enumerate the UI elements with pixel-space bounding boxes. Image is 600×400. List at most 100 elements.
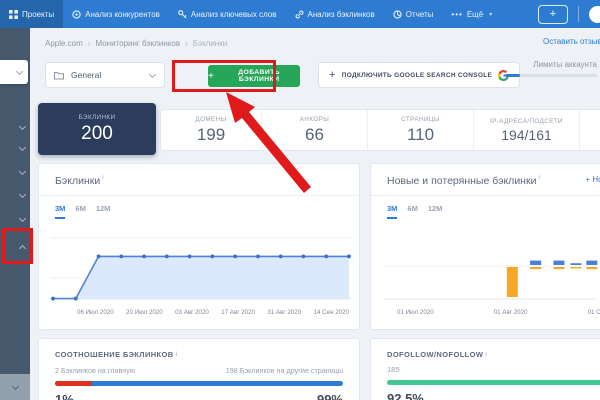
sidebar-item-2[interactable]	[4, 141, 26, 155]
card-title: СООТНОШЕНИЕ БЭКЛИНКОВ	[55, 350, 174, 359]
tab-3m[interactable]: 3M	[387, 204, 397, 219]
x-label: 01 Июл 2020	[397, 309, 434, 316]
period-tabs: 3M 6M 12M	[371, 196, 600, 219]
dofollow-nofollow-card: DOFOLLOW/NOFOLLOW i 185 92.5%	[370, 338, 600, 400]
stat-domains[interactable]: ДОМЕНЫ 199	[161, 110, 261, 150]
nav-right-group: +	[538, 5, 600, 24]
ratio-red-segment	[55, 381, 92, 386]
breadcrumb-current: Бэклинки	[193, 39, 227, 48]
nav-label: Отчеты	[406, 10, 434, 19]
tab-6m[interactable]: 6M	[75, 204, 85, 219]
stat-backlinks-primary[interactable]: БЭКЛИНКИ 200	[38, 103, 156, 155]
card-title: DOFOLLOW/NOFOLLOW	[387, 350, 483, 359]
ratio-left-label: 2 Бэклинков на главную	[55, 366, 135, 375]
sidebar-item-5[interactable]	[4, 212, 26, 226]
nav-add-project-button[interactable]: +	[538, 5, 568, 24]
sidebar-item-1[interactable]	[4, 120, 26, 134]
plus-icon: +	[329, 69, 336, 81]
account-limits-progressbar	[505, 74, 597, 77]
info-icon[interactable]: i	[485, 352, 486, 358]
backlinks-line-chart	[51, 232, 351, 302]
tab-12m[interactable]: 12M	[428, 204, 443, 219]
stat-label: ДОМЕНЫ	[195, 116, 226, 123]
stat-value: 110	[407, 125, 434, 145]
chevron-down-icon	[20, 124, 26, 130]
backlink-ratio-card: СООТНОШЕНИЕ БЭКЛИНКОВ i 2 Бэклинков на г…	[38, 338, 360, 400]
nav-label: Проекты	[22, 10, 54, 19]
nav-item-keyword-analysis[interactable]: Анализ ключевых слов	[169, 0, 286, 28]
breadcrumb-section[interactable]: Мониторинг бэклинков	[95, 39, 180, 48]
connect-gsc-button[interactable]: + ПОДКЛЮЧИТЬ GOOGLE SEARCH CONSOLE	[318, 62, 520, 88]
breadcrumb-project[interactable]: Apple.com	[45, 39, 83, 48]
x-axis-labels: 06 Июл 2020 20 Июл 2020 03 Авг 2020 17 А…	[51, 307, 351, 316]
chevron-down-icon	[20, 169, 26, 175]
tab-3m[interactable]: 3M	[55, 204, 65, 219]
stat-value: 194/161	[501, 127, 552, 143]
ratio-progressbar	[55, 381, 343, 386]
chevron-down-icon	[20, 192, 26, 198]
card-title-row: Бэклинки i	[39, 164, 359, 196]
breadcrumb-separator: ›	[88, 39, 91, 48]
dofollow-percent-row: 92.5%	[371, 385, 600, 400]
stat-ip-subnets[interactable]: IP-АДРЕСА/ПОДСЕТИ 194/161	[473, 110, 579, 150]
pie-icon	[393, 10, 402, 19]
stat-value: 199	[197, 125, 225, 145]
ratio-labels: 2 Бэклинков на главную 198 Бэклинков на …	[39, 359, 359, 375]
nav-label: Анализ ключевых слов	[191, 10, 277, 19]
nav-item-backlink-analysis[interactable]: Анализ бэклинков	[286, 0, 384, 28]
stat-anchors[interactable]: АНКОРЫ 66	[261, 110, 367, 150]
sidebar-item-3[interactable]	[4, 165, 26, 179]
tab-12m[interactable]: 12M	[96, 204, 111, 219]
breadcrumb-separator: ›	[185, 39, 188, 48]
stat-label: АНКОРЫ	[300, 116, 329, 123]
sidebar-footer[interactable]	[0, 374, 30, 400]
x-label: 03 Авг 2020	[175, 309, 209, 316]
key-icon	[178, 10, 187, 19]
chevron-down-icon	[13, 384, 19, 390]
new-lost-bar-chart	[383, 232, 600, 302]
tab-6m[interactable]: 6M	[407, 204, 417, 219]
sidebar-project-dropdown[interactable]	[0, 60, 28, 84]
ratio-left-percent: 1%	[55, 392, 74, 400]
leave-feedback-link[interactable]: Оставить отзыв	[543, 37, 600, 46]
nav-item-projects[interactable]: Проекты	[0, 0, 63, 28]
left-sidebar	[0, 28, 30, 400]
new-backlinks-link[interactable]: + Новые	[585, 175, 600, 184]
info-icon[interactable]: i	[176, 352, 177, 358]
stat-partial[interactable]: Б 4	[579, 110, 600, 150]
chevron-down-icon	[20, 216, 26, 222]
avatar[interactable]	[589, 6, 600, 23]
nav-item-reports[interactable]: Отчеты	[384, 0, 443, 28]
stat-label: IP-АДРЕСА/ПОДСЕТИ	[490, 118, 563, 125]
account-limits[interactable]: Лимиты аккаунта	[505, 60, 597, 77]
x-label: 06 Июл 2020	[77, 309, 114, 316]
more-dots-icon: •••	[451, 10, 462, 19]
dofollow-count: 185	[371, 359, 600, 374]
nav-label: Ещё	[467, 10, 483, 19]
card-title-row: Новые и потерянные бэклинки i + Новые	[371, 164, 600, 196]
info-icon[interactable]: i	[102, 175, 103, 181]
sidebar-item-4[interactable]	[4, 188, 26, 202]
ratio-right-percent: 99%	[317, 392, 343, 400]
projects-icon	[9, 10, 18, 19]
breadcrumb: Apple.com › Мониторинг бэклинков › Бэкли…	[30, 39, 227, 48]
link-icon	[295, 10, 304, 19]
stat-pages[interactable]: СТРАНИЦЫ 110	[367, 110, 473, 150]
chevron-down-icon: ▾	[489, 11, 492, 18]
x-label: 20 Июл 2020	[126, 309, 163, 316]
card-title: Новые и потерянные бэклинки	[387, 175, 536, 187]
ratio-percent-row: 1% 99%	[39, 386, 359, 400]
info-icon[interactable]: i	[538, 175, 539, 181]
nav-item-more[interactable]: ••• Ещё ▾	[442, 0, 501, 28]
annotation-box-add-button	[172, 60, 276, 92]
x-label: 01 Авг 2020	[494, 309, 528, 316]
folder-icon	[54, 71, 64, 80]
stat-value: 200	[81, 123, 113, 145]
nav-item-competitor-analysis[interactable]: Анализ конкурентов	[63, 0, 169, 28]
stat-label: БЭКЛИНКИ	[79, 114, 116, 121]
folder-select[interactable]: General	[45, 62, 165, 88]
bar-chart-area: 01 Июл 2020 01 Авг 2020 01 Сен 2020	[383, 232, 600, 316]
x-label: 01 Сен 2020	[588, 309, 600, 316]
dofollow-percent: 92.5%	[387, 391, 424, 400]
annotation-box-sidebar	[2, 228, 33, 264]
